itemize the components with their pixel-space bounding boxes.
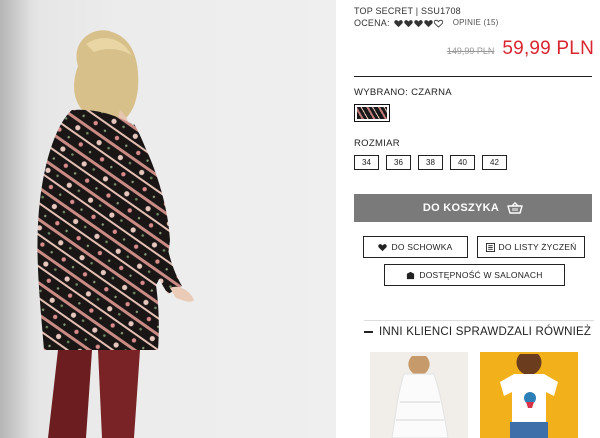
size-option-36[interactable]: 36 — [386, 155, 411, 170]
heart-filled-icon — [393, 19, 403, 27]
save-to-closet-button[interactable]: DO SCHOWKA — [363, 236, 468, 258]
product-panel: TOP SECRET | SSU1708 OCENA: OPINIE (15) … — [346, 0, 600, 438]
reviews-link[interactable]: OPINIE (15) — [453, 17, 499, 29]
rating-hearts — [393, 19, 443, 28]
heart-empty-icon — [433, 19, 443, 28]
selected-color-label: WYBRANO: CZARNA — [354, 87, 452, 98]
price-block: 149,99 PLN 59,99 PLN — [447, 38, 594, 60]
divider — [354, 76, 592, 77]
pattern-swatch-icon — [357, 107, 387, 119]
others-viewed-title: INNI KLIENCI SPRAWDZALI RÓWNIEŻ — [379, 326, 592, 338]
recommended-product-thumb[interactable] — [480, 352, 578, 438]
product-meta: TOP SECRET | SSU1708 OCENA: OPINIE (15) — [354, 5, 499, 29]
wishlist-label: DO LISTY ŻYCZEŃ — [498, 242, 577, 252]
store-pin-icon — [407, 271, 415, 279]
size-option-38[interactable]: 38 — [418, 155, 443, 170]
size-option-40[interactable]: 40 — [450, 155, 475, 170]
heart-filled-icon — [413, 19, 423, 27]
size-option-34[interactable]: 34 — [354, 155, 379, 170]
white-lace-dress-image — [391, 356, 449, 438]
size-options: 34 36 38 40 42 — [354, 155, 507, 170]
rating-label: OCENA: — [354, 18, 390, 28]
basket-icon — [507, 202, 523, 214]
section-divider — [364, 320, 594, 321]
list-icon — [485, 242, 495, 252]
old-price: 149,99 PLN — [446, 46, 495, 56]
model-illustration — [37, 30, 194, 438]
availability-label: DOSTĘPNOŚĆ W SALONACH — [419, 270, 543, 280]
collapse-icon — [364, 331, 373, 333]
add-to-cart-label: DO KOSZYKA — [422, 202, 500, 214]
bird-tshirt-image — [500, 354, 558, 438]
recommended-product-thumb[interactable] — [370, 352, 468, 438]
size-label: ROZMIAR — [354, 138, 400, 149]
heart-filled-icon — [423, 19, 433, 27]
others-viewed-heading[interactable]: INNI KLIENCI SPRAWDZALI RÓWNIEŻ — [364, 326, 591, 338]
add-to-cart-button[interactable]: DO KOSZYKA — [354, 194, 592, 222]
new-price: 59,99 PLN — [502, 38, 594, 59]
heart-filled-icon — [403, 19, 413, 27]
rating: OCENA: OPINIE (15) — [354, 17, 499, 29]
wishlist-button[interactable]: DO LISTY ŻYCZEŃ — [477, 236, 585, 258]
product-photo[interactable] — [0, 0, 336, 438]
size-option-42[interactable]: 42 — [482, 155, 507, 170]
save-label: DO SCHOWKA — [391, 242, 453, 252]
store-availability-button[interactable]: DOSTĘPNOŚĆ W SALONACH — [384, 264, 565, 286]
brand-sku: TOP SECRET | SSU1708 — [354, 6, 461, 16]
heart-icon — [378, 243, 388, 251]
color-swatch[interactable] — [354, 104, 390, 122]
